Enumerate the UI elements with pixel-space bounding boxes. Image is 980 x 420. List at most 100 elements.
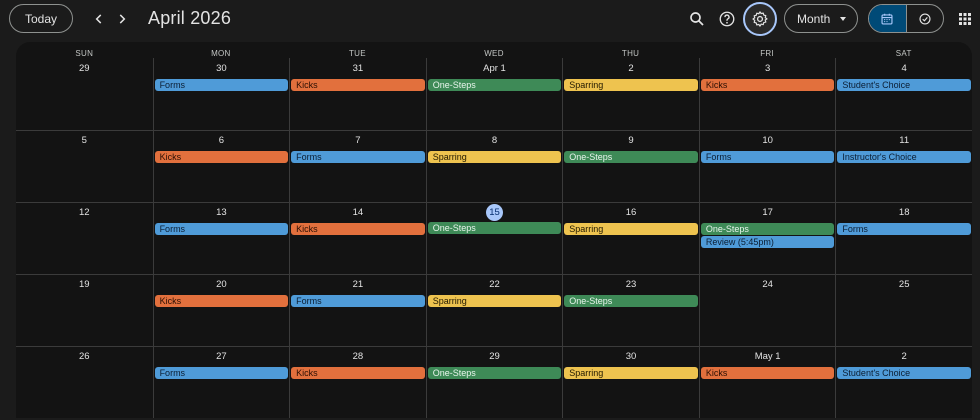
today-button[interactable]: Today (9, 4, 73, 33)
day-cell[interactable]: 9 One-Steps (562, 131, 699, 202)
event-chip[interactable]: Kicks (291, 367, 425, 379)
day-cell[interactable]: May 1 Kicks (698, 347, 836, 418)
day-cell[interactable]: 7 Forms (289, 131, 426, 202)
date-number[interactable]: 21 (290, 276, 426, 294)
date-number[interactable]: 29 (427, 348, 563, 366)
event-chip[interactable]: Kicks (291, 79, 425, 91)
day-cell[interactable]: 31 Kicks (289, 58, 426, 130)
event-chip[interactable]: Kicks (700, 79, 835, 91)
event-chip[interactable]: One-Steps (427, 222, 562, 234)
date-number[interactable]: 27 (154, 348, 290, 366)
day-cell[interactable]: 18 Forms (835, 203, 972, 274)
event-chip[interactable]: Student's Choice (837, 79, 971, 91)
day-cell[interactable]: 14 Kicks (289, 203, 426, 274)
date-number[interactable]: 12 (16, 204, 153, 222)
search-button[interactable] (684, 6, 710, 32)
day-cell[interactable]: 25 (835, 275, 972, 346)
event-chip[interactable]: Forms (154, 367, 289, 379)
event-chip[interactable]: Forms (700, 151, 835, 163)
event-chip[interactable]: One-Steps (700, 223, 835, 235)
day-cell[interactable]: 13 Forms (152, 203, 290, 274)
day-cell[interactable]: 27 Forms (152, 347, 290, 418)
next-month-button[interactable] (112, 9, 132, 29)
day-cell[interactable]: 11 Instructor's Choice (835, 131, 972, 202)
event-chip[interactable]: Kicks (154, 295, 289, 307)
day-cell[interactable]: 3 Kicks (698, 58, 836, 130)
day-cell[interactable]: 29 One-Steps (425, 347, 563, 418)
date-number[interactable]: 18 (836, 204, 972, 222)
date-number[interactable]: 23 (563, 276, 699, 294)
date-number[interactable]: 10 (700, 132, 836, 150)
date-number[interactable]: 14 (290, 204, 426, 222)
date-number[interactable]: 16 (563, 204, 699, 222)
event-chip[interactable]: Sparring (427, 295, 562, 307)
event-chip[interactable]: Kicks (700, 367, 835, 379)
event-chip[interactable]: One-Steps (564, 151, 698, 163)
day-cell[interactable]: 29 (16, 58, 153, 130)
date-number[interactable]: 20 (154, 276, 290, 294)
event-chip[interactable]: Forms (837, 223, 971, 235)
day-cell[interactable]: 6 Kicks (152, 131, 290, 202)
calendar-view-toggle[interactable] (869, 5, 906, 32)
date-number[interactable]: 24 (700, 276, 836, 294)
day-cell[interactable]: 20 Kicks (152, 275, 290, 346)
date-number[interactable]: 7 (290, 132, 426, 150)
day-cell[interactable]: 16 Sparring (562, 203, 699, 274)
event-chip[interactable]: Student's Choice (837, 367, 971, 379)
event-chip[interactable]: Sparring (564, 367, 698, 379)
day-cell[interactable]: Apr 1 One-Steps (425, 58, 563, 130)
day-cell[interactable]: 30 Forms (152, 58, 290, 130)
event-chip[interactable]: Forms (291, 295, 425, 307)
date-number[interactable]: 26 (16, 348, 153, 366)
day-cell[interactable]: 21 Forms (289, 275, 426, 346)
day-cell[interactable]: 24 (698, 275, 836, 346)
day-cell[interactable]: 30 Sparring (562, 347, 699, 418)
date-number[interactable]: 22 (427, 276, 563, 294)
day-cell[interactable]: 8 Sparring (425, 131, 563, 202)
date-number[interactable]: 2 (836, 348, 972, 366)
date-number[interactable]: 9 (563, 132, 699, 150)
date-number[interactable]: 17 (700, 204, 836, 222)
day-cell[interactable]: 2 Student's Choice (835, 347, 972, 418)
date-number[interactable]: 11 (836, 132, 972, 150)
event-chip[interactable]: Forms (291, 151, 425, 163)
settings-button[interactable] (743, 2, 777, 36)
event-chip[interactable]: Sparring (564, 223, 698, 235)
event-chip[interactable]: Kicks (154, 151, 289, 163)
day-cell[interactable]: 4 Student's Choice (835, 58, 972, 130)
day-cell[interactable]: 10 Forms (698, 131, 836, 202)
event-chip[interactable]: Kicks (291, 223, 425, 235)
day-cell[interactable]: 19 (16, 275, 153, 346)
event-chip[interactable]: Sparring (427, 151, 562, 163)
day-cell[interactable]: 22 Sparring (425, 275, 563, 346)
tasks-view-toggle[interactable] (905, 5, 943, 32)
date-number[interactable]: 30 (154, 60, 290, 78)
date-number[interactable]: 29 (16, 60, 153, 78)
day-cell[interactable]: 5 (16, 131, 153, 202)
day-cell[interactable]: 12 (16, 203, 153, 274)
date-number[interactable]: 4 (836, 60, 972, 78)
today-date-number[interactable]: 15 (485, 204, 503, 221)
previous-month-button[interactable] (89, 9, 109, 29)
event-chip[interactable]: Forms (154, 223, 289, 235)
date-number[interactable]: 8 (427, 132, 563, 150)
day-cell[interactable]: 23 One-Steps (562, 275, 699, 346)
date-number[interactable]: 25 (836, 276, 972, 294)
event-chip[interactable]: Sparring (564, 79, 698, 91)
apps-button[interactable] (952, 6, 978, 32)
day-cell[interactable]: 28 Kicks (289, 347, 426, 418)
day-cell[interactable]: 2 Sparring (562, 58, 699, 130)
view-selector[interactable]: Month (784, 4, 858, 33)
date-number[interactable]: 3 (700, 60, 836, 78)
date-number[interactable]: 30 (563, 348, 699, 366)
event-chip[interactable]: Review (5:45pm) (700, 236, 835, 248)
date-number[interactable]: Apr 1 (427, 60, 563, 78)
event-chip[interactable]: One-Steps (427, 79, 562, 91)
help-button[interactable] (714, 6, 740, 32)
date-number[interactable]: 19 (16, 276, 153, 294)
date-number[interactable]: 13 (154, 204, 290, 222)
day-cell[interactable]: 15 One-Steps (425, 203, 563, 274)
date-number[interactable]: 5 (16, 132, 153, 150)
date-number[interactable]: May 1 (700, 348, 836, 366)
day-cell[interactable]: 17 One-Steps Review (5:45pm) (698, 203, 836, 274)
